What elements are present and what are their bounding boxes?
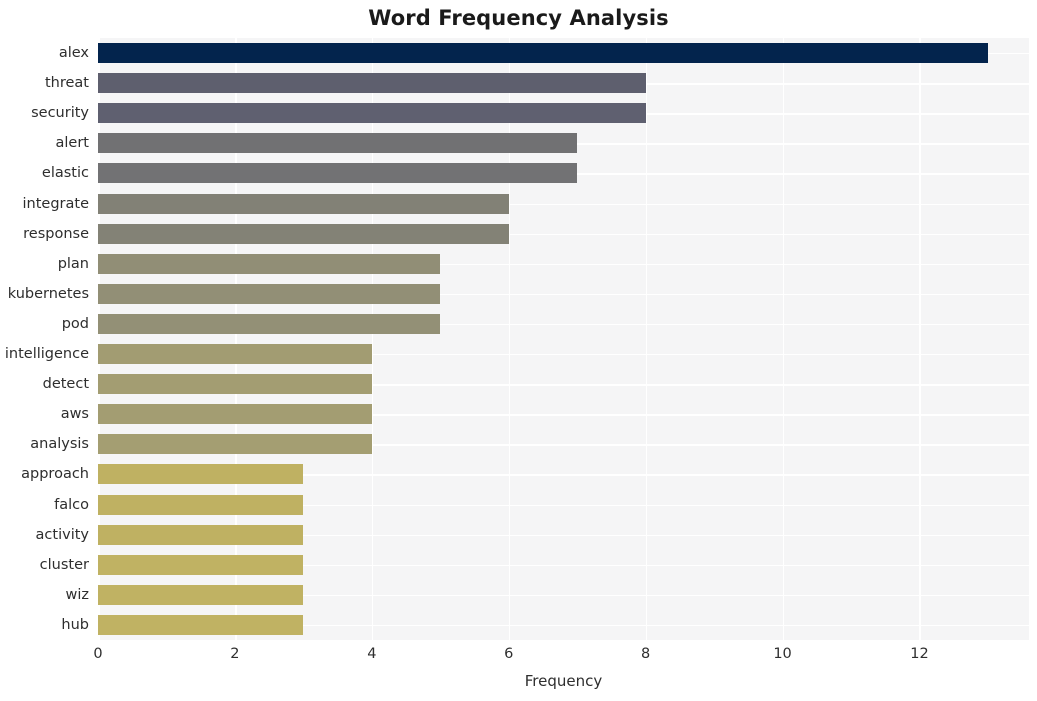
gridline-vertical (508, 38, 511, 640)
y-axis-tick-label: analysis (30, 436, 89, 453)
x-axis-tick-label: 12 (910, 646, 929, 662)
bar (98, 253, 441, 274)
y-axis-tick-label: detect (42, 376, 89, 393)
bar (98, 464, 304, 485)
gridline-vertical (645, 38, 648, 640)
bar (98, 163, 578, 184)
bar (98, 283, 441, 304)
y-axis-tick-label: wiz (65, 586, 90, 603)
bar (98, 344, 372, 365)
bar (98, 584, 304, 605)
bar (98, 133, 578, 154)
y-axis-tick-label: integrate (22, 195, 89, 212)
x-axis-tick-label: 6 (504, 646, 514, 662)
bar (98, 374, 372, 395)
y-axis-tick-label: security (31, 105, 89, 122)
y-axis-tick-label: hub (61, 616, 89, 633)
y-axis-tick-label: approach (21, 466, 89, 483)
bar (98, 494, 304, 515)
y-axis-tick-label: response (23, 225, 89, 242)
bar (98, 73, 646, 94)
x-axis-tick-label: 8 (641, 646, 651, 662)
y-axis-tick-label: elastic (41, 165, 89, 182)
y-axis-tick-label: alex (58, 45, 89, 62)
bar (98, 404, 372, 425)
bar (98, 434, 372, 455)
y-axis-tick-label: pod (61, 315, 89, 332)
x-axis-tick-label: 4 (367, 646, 377, 662)
plot-area (98, 38, 1029, 640)
bar (98, 554, 304, 575)
y-axis-tick-label: cluster (39, 556, 89, 573)
x-axis-tick-label: 10 (773, 646, 792, 662)
x-axis-tick-label: 0 (93, 646, 103, 662)
y-axis-tick-label: intelligence (4, 346, 89, 363)
bar (98, 614, 304, 635)
y-axis-tick-label: plan (57, 255, 89, 272)
y-axis-tick-label: falco (54, 496, 89, 513)
bar (98, 524, 304, 545)
y-axis-tick-label: kubernetes (7, 285, 89, 302)
y-axis-tick-label: threat (44, 75, 89, 92)
x-axis-tick-label: 2 (230, 646, 240, 662)
gridline-vertical (371, 38, 374, 640)
chart-figure: Word Frequency Analysis alex threat securi… (0, 0, 1037, 701)
bar (98, 313, 441, 334)
bar (98, 103, 646, 124)
y-axis-tick-label: alert (55, 135, 89, 152)
gridline-vertical (782, 38, 785, 640)
gridline-vertical (234, 38, 237, 640)
x-axis-title: Frequency (524, 672, 603, 690)
bar (98, 43, 988, 64)
gridline-vertical (919, 38, 922, 640)
chart-title: Word Frequency Analysis (368, 6, 669, 30)
bar (98, 223, 509, 244)
gridline-vertical (98, 38, 100, 640)
y-axis-tick-label: aws (60, 406, 89, 423)
bar (98, 193, 509, 214)
y-axis-tick-label: activity (35, 526, 89, 543)
